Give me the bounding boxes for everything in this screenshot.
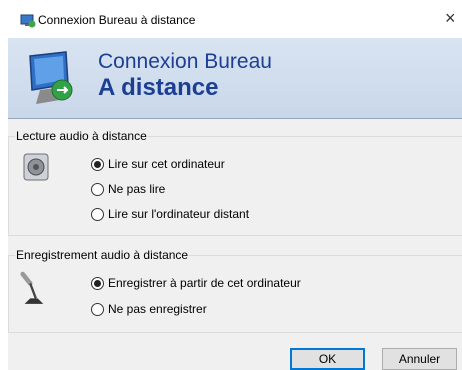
recording-group-legend: Enregistrement audio à distance (15, 248, 190, 262)
dialog-content: Lecture audio à distance Lire sur cet or… (8, 119, 462, 370)
ok-button[interactable]: OK (290, 348, 365, 370)
radio-label: Ne pas lire (108, 182, 166, 196)
radio-label: Ne pas enregistrer (108, 302, 207, 316)
radio-button[interactable] (91, 302, 104, 316)
playback-option-do-not-play[interactable]: Ne pas lire (91, 182, 165, 196)
title-bar: Connexion Bureau à distance × (0, 0, 462, 38)
recording-group: Enregistrement audio à distance Enregist… (8, 248, 462, 333)
radio-label: Lire sur l'ordinateur distant (108, 207, 250, 221)
remote-desktop-icon (20, 14, 36, 28)
recording-option-do-not-record[interactable]: Ne pas enregistrer (91, 302, 207, 316)
playback-option-remote-computer[interactable]: Lire sur l'ordinateur distant (91, 207, 249, 221)
radio-label: Lire sur cet ordinateur (108, 157, 225, 171)
header-banner: Connexion Bureau A distance (8, 38, 462, 118)
radio-button-checked[interactable] (91, 157, 104, 171)
playback-option-this-computer[interactable]: Lire sur cet ordinateur (91, 157, 225, 171)
radio-button-checked[interactable] (91, 276, 104, 290)
playback-group: Lecture audio à distance Lire sur cet or… (8, 129, 462, 236)
playback-group-legend: Lecture audio à distance (15, 129, 148, 143)
banner-title-line1: Connexion Bureau (98, 50, 272, 73)
radio-label: Enregistrer à partir de cet ordinateur (108, 276, 301, 290)
close-icon[interactable]: × (445, 8, 456, 29)
cancel-button[interactable]: Annuler (382, 348, 457, 370)
microphone-icon (20, 271, 44, 304)
recording-option-this-computer[interactable]: Enregistrer à partir de cet ordinateur (91, 276, 301, 290)
window-title: Connexion Bureau à distance (38, 13, 196, 27)
radio-button[interactable] (91, 207, 104, 221)
radio-button[interactable] (91, 182, 104, 196)
remote-desktop-monitor-icon (29, 51, 73, 104)
speaker-icon (23, 153, 49, 181)
banner-title-line2: A distance (98, 74, 219, 101)
